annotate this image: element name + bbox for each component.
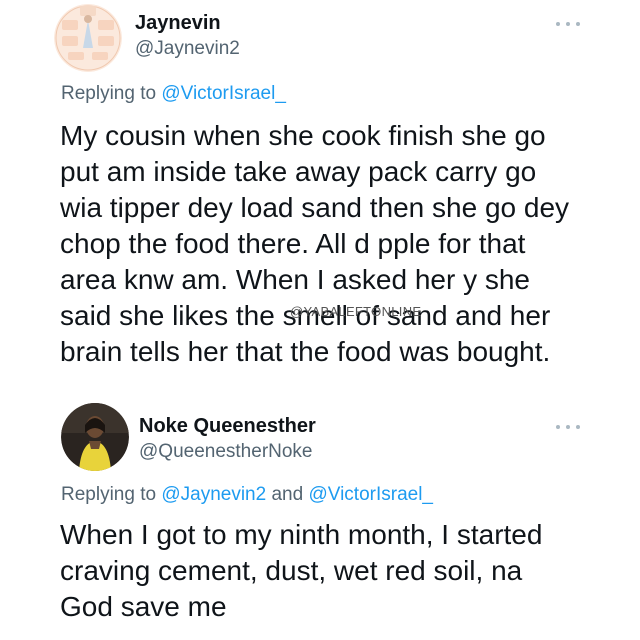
watermark: @YABALEFTONLINE (290, 304, 422, 319)
tweet-1: Jaynevin @Jaynevin2 Replying to @VictorI… (0, 0, 640, 390)
replying-and-label: and (271, 484, 304, 505)
tweet-text-line: chop the food there. All d pple for that (60, 228, 526, 259)
tweet-text-line: God save me (60, 591, 227, 622)
user-photo-avatar-icon[interactable] (61, 403, 129, 471)
tweet-text-line: area knw am. When I asked her y she (60, 264, 530, 295)
mention-link[interactable]: @VictorIsrael_ (161, 83, 286, 104)
mention-link[interactable]: @VictorIsrael_ (308, 484, 433, 505)
tweet-text: My cousin when she cook finish she go pu… (60, 118, 569, 370)
tweet-text-line: craving cement, dust, wet red soil, na (60, 555, 523, 586)
display-name[interactable]: Jaynevin (135, 12, 221, 35)
tweet-text-line: When I got to my ninth month, I started (60, 519, 543, 550)
tweet-text-line: put am inside take away pack carry go (60, 156, 537, 187)
tweet-text-line: wia tipper dey load sand then she go dey (60, 192, 570, 223)
tweet-2: Noke Queenesther @QueenestherNoke Replyi… (0, 395, 640, 640)
decorative-avatar-icon[interactable] (54, 4, 122, 72)
display-name[interactable]: Noke Queenesther (139, 415, 316, 438)
user-handle[interactable]: @QueenestherNoke (139, 441, 313, 463)
user-handle[interactable]: @Jaynevin2 (135, 38, 240, 60)
replying-to-label: Replying to (61, 484, 157, 505)
more-dots-icon[interactable] (556, 423, 580, 431)
tweet-text: When I got to my ninth month, I started … (60, 517, 542, 625)
replying-to-label: Replying to (61, 83, 157, 104)
mention-link[interactable]: @Jaynevin2 (161, 484, 266, 505)
tweet-text-line: My cousin when she cook finish she go (60, 120, 546, 151)
replying-to-line: Replying to @VictorIsrael_ (61, 83, 286, 105)
more-dots-icon[interactable] (556, 20, 580, 28)
replying-to-line: Replying to @Jaynevin2 and @VictorIsrael… (61, 484, 433, 506)
tweet-text-line: brain tells her that the food was bought… (60, 336, 551, 367)
